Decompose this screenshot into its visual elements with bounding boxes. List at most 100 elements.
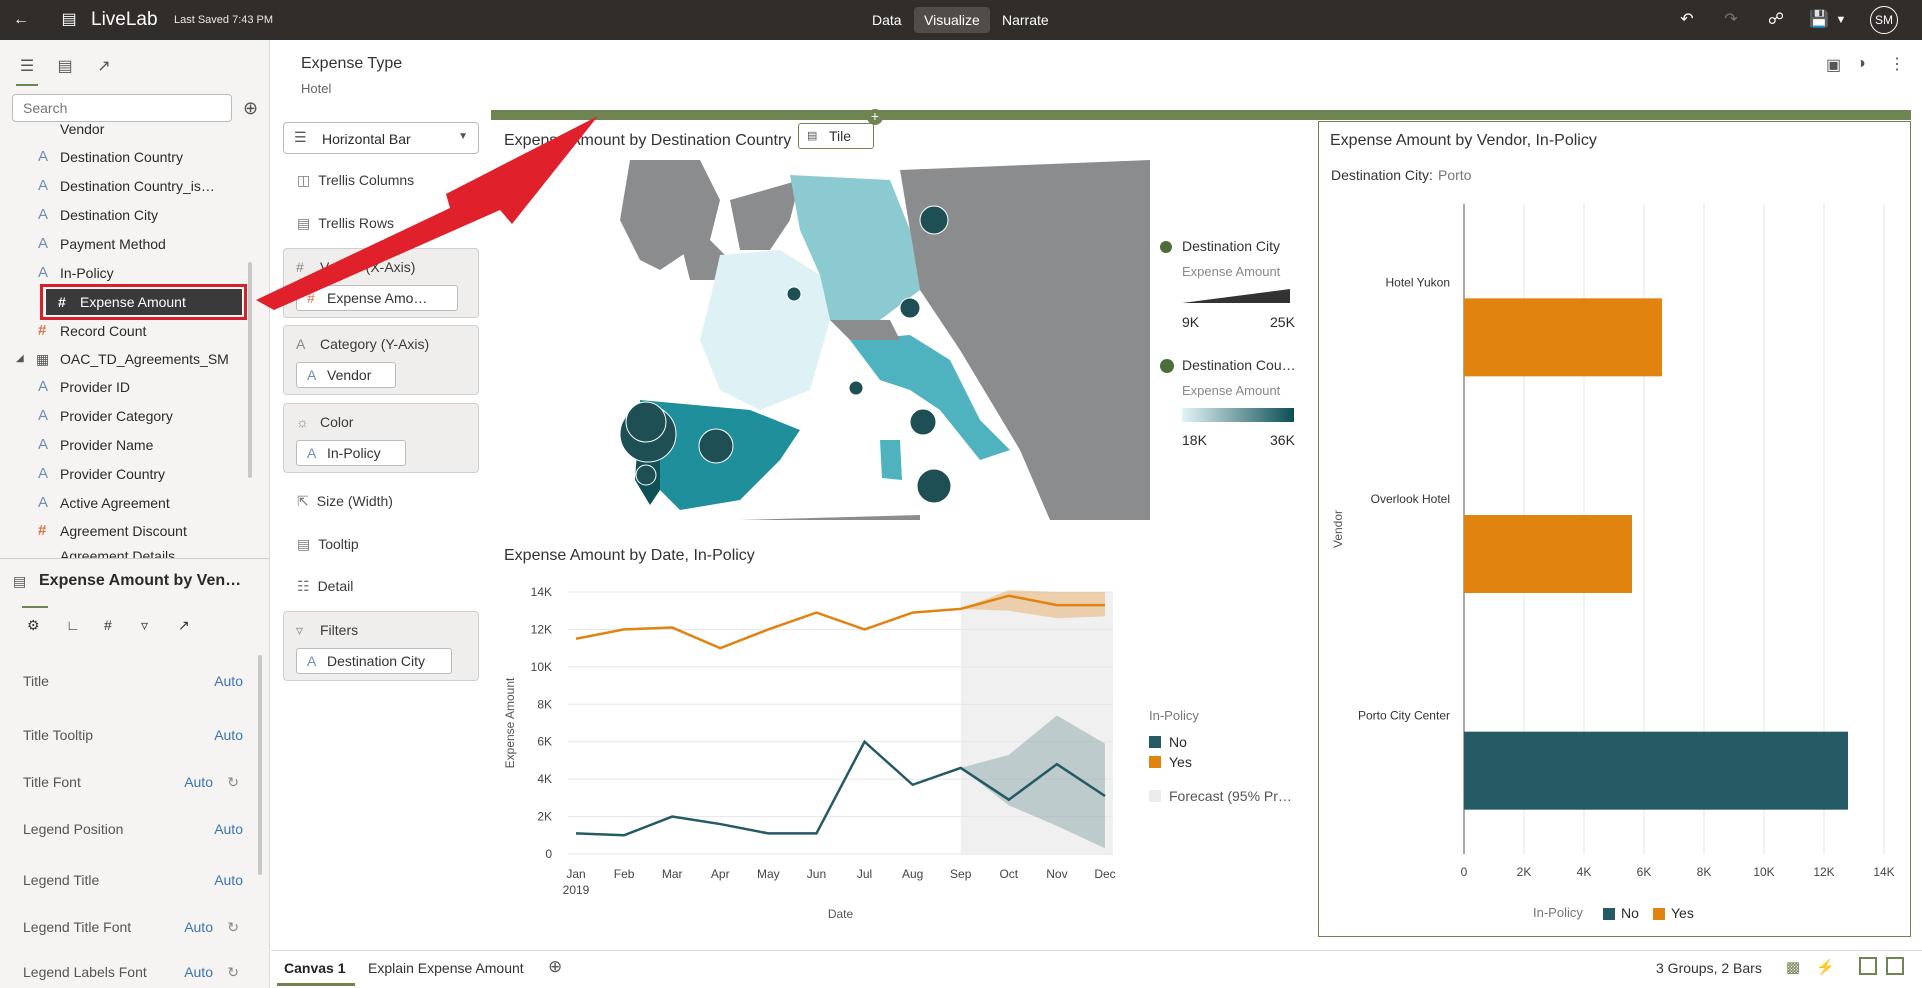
europe-map[interactable] bbox=[620, 160, 1150, 520]
field-provider-category[interactable]: A Provider Category bbox=[38, 405, 173, 427]
country-france[interactable] bbox=[700, 250, 830, 410]
bar-legend-yes[interactable]: Yes bbox=[1671, 905, 1694, 921]
city-bubble[interactable] bbox=[625, 401, 667, 443]
reset-icon[interactable]: ↻ bbox=[227, 964, 239, 981]
city-bubble[interactable] bbox=[698, 428, 734, 464]
user-avatar[interactable]: SM bbox=[1870, 6, 1898, 34]
prop-value[interactable]: Auto bbox=[214, 673, 243, 689]
city-bubble[interactable] bbox=[909, 408, 937, 436]
line-legend-no[interactable]: No bbox=[1169, 734, 1187, 750]
city-bubble[interactable] bbox=[635, 464, 657, 486]
search-input[interactable] bbox=[12, 94, 232, 122]
prop-value[interactable]: Auto bbox=[184, 964, 213, 980]
canvas-tab-2[interactable]: Explain Expense Amount bbox=[368, 960, 524, 976]
prop-value[interactable]: Auto bbox=[214, 872, 243, 888]
category-pill[interactable]: A Vendor bbox=[296, 362, 396, 388]
general-settings-icon[interactable]: ⚙ bbox=[27, 617, 40, 634]
more-options-icon[interactable]: ⋮ bbox=[1889, 54, 1905, 74]
bar-chart[interactable]: 0 2K 4K 6K 8K 10K 12K 14K Expense Amount Vendor Ho… bbox=[1330, 190, 1905, 890]
save-icon[interactable]: 💾 bbox=[1808, 9, 1830, 31]
field-in-policy[interactable]: A In-Policy bbox=[38, 262, 114, 284]
reset-icon[interactable]: ↻ bbox=[227, 774, 239, 791]
panel-left-icon[interactable] bbox=[1859, 957, 1877, 975]
visualizations-icon[interactable]: ▤ bbox=[54, 56, 76, 78]
auto-refresh-icon[interactable]: ⚡ bbox=[1816, 958, 1835, 976]
back-arrow-icon[interactable]: ← bbox=[10, 9, 32, 31]
line-chart[interactable]: 0 2K 4K 6K 8K 10K 12K 14K Jan Feb Mar Apr May Jun Jul A… bbox=[500, 580, 1120, 930]
x-tick-label: Dec bbox=[1094, 867, 1115, 881]
undo-icon[interactable]: ↶ bbox=[1676, 9, 1698, 31]
prop-title-font[interactable]: Title Font Auto ↻ bbox=[23, 774, 243, 790]
country-sardinia[interactable] bbox=[880, 440, 902, 480]
line-legend-forecast[interactable]: Forecast (95% Pr… bbox=[1169, 788, 1292, 804]
prop-title[interactable]: Title Auto bbox=[23, 673, 243, 689]
dataset-group[interactable]: ◢ ▦ OAC_TD_Agreements_SM bbox=[16, 348, 229, 370]
city-bubble[interactable] bbox=[848, 380, 864, 396]
line-title[interactable]: Expense Amount by Date, In-Policy bbox=[504, 547, 755, 565]
tab-visualize[interactable]: Visualize bbox=[914, 7, 990, 33]
prop-legend-title[interactable]: Legend Title Auto bbox=[23, 872, 243, 888]
field-provider-id[interactable]: A Provider ID bbox=[38, 376, 130, 398]
prop-legend-title-font[interactable]: Legend Title Font Auto ↻ bbox=[23, 919, 243, 935]
detail-zone[interactable]: ☷ Detail bbox=[297, 578, 353, 595]
field-agreement-discount[interactable]: # Agreement Discount bbox=[38, 520, 187, 542]
canvas-tab-1[interactable]: Canvas 1 bbox=[284, 960, 345, 976]
filter-icon[interactable]: ▿ bbox=[141, 617, 148, 634]
field-destination-city[interactable]: A Destination City bbox=[38, 204, 158, 226]
field-destination-country[interactable]: A Destination Country bbox=[38, 146, 183, 168]
city-bubble[interactable] bbox=[916, 468, 952, 504]
prop-value[interactable]: Auto bbox=[214, 821, 243, 837]
auto-apply-icon[interactable]: ▣ bbox=[1826, 55, 1841, 75]
tooltip-zone[interactable]: ▤ Tooltip bbox=[297, 536, 359, 553]
field-destination-country-is[interactable]: A Destination Country_is… bbox=[38, 175, 215, 197]
prop-legend-position[interactable]: Legend Position Auto bbox=[23, 821, 243, 837]
filters-pill[interactable]: A Destination City bbox=[296, 648, 452, 674]
legend-country-title[interactable]: Destination Cou… bbox=[1182, 357, 1296, 373]
field-active-agreement[interactable]: A Active Agreement bbox=[38, 492, 170, 514]
filter-options-icon[interactable]: ◑ bbox=[1856, 55, 1866, 73]
grammar-toggle-icon[interactable]: ▩ bbox=[1786, 958, 1800, 976]
tab-data[interactable]: Data bbox=[862, 7, 912, 33]
category-drop-zone[interactable]: A Category (Y-Axis) A Vendor bbox=[283, 325, 479, 395]
prop-value[interactable]: Auto bbox=[214, 727, 243, 743]
color-drop-zone[interactable]: ☼ Color A In-Policy bbox=[283, 403, 479, 473]
database-icon[interactable]: ☰ bbox=[16, 56, 38, 86]
city-bubble[interactable] bbox=[919, 205, 949, 235]
prop-value[interactable]: Auto bbox=[184, 774, 213, 790]
panel-right-icon[interactable] bbox=[1886, 957, 1904, 975]
collapse-triangle-icon[interactable]: ◢ bbox=[16, 348, 24, 370]
country-netherlands[interactable] bbox=[730, 180, 800, 250]
save-dropdown-chevron-icon[interactable]: ▼ bbox=[1830, 9, 1852, 31]
bar-legend-no[interactable]: No bbox=[1621, 905, 1639, 921]
prop-title-tooltip[interactable]: Title Tooltip Auto bbox=[23, 727, 243, 743]
axis-icon[interactable]: ∟ bbox=[66, 617, 80, 633]
prop-value[interactable]: Auto bbox=[184, 919, 213, 935]
filter-title[interactable]: Expense Type bbox=[301, 55, 402, 73]
field-provider-name[interactable]: A Provider Name bbox=[38, 434, 153, 456]
line-legend-yes[interactable]: Yes bbox=[1169, 754, 1192, 770]
filters-drop-zone[interactable]: ▿ Filters A Destination City bbox=[283, 611, 479, 681]
color-pill[interactable]: A In-Policy bbox=[296, 440, 406, 466]
field-payment-method[interactable]: A Payment Method bbox=[38, 233, 166, 255]
analytics-line-icon[interactable]: ↗ bbox=[178, 617, 190, 634]
city-bubble[interactable] bbox=[899, 297, 921, 319]
redo-icon[interactable]: ↷ bbox=[1720, 9, 1742, 31]
values-hash-icon[interactable]: # bbox=[104, 617, 112, 633]
add-canvas-icon[interactable]: ⊕ bbox=[548, 957, 562, 977]
city-bubble[interactable] bbox=[786, 286, 802, 302]
analytics-icon[interactable]: ↗ bbox=[93, 56, 115, 78]
field-record-count[interactable]: # Record Count bbox=[38, 320, 146, 342]
filter-value[interactable]: Hotel bbox=[301, 81, 331, 96]
legend-city-title[interactable]: Destination City bbox=[1182, 238, 1280, 254]
reset-icon[interactable]: ↻ bbox=[227, 919, 239, 936]
share-icon[interactable]: ☍ bbox=[1765, 9, 1787, 31]
bar-title[interactable]: Expense Amount by Vendor, In-Policy bbox=[1330, 132, 1597, 150]
tooltip-label: Tooltip bbox=[318, 536, 359, 552]
field-provider-country[interactable]: A Provider Country bbox=[38, 463, 165, 485]
country-switzerland[interactable] bbox=[830, 320, 900, 340]
field-agreement-details[interactable]: AAgreement Details bbox=[60, 545, 175, 559]
props-scrollbar[interactable] bbox=[258, 655, 262, 875]
size-zone[interactable]: ⇱ Size (Width) bbox=[297, 493, 393, 510]
prop-legend-labels-font[interactable]: Legend Labels Font Auto ↻ bbox=[23, 964, 243, 980]
tab-narrate[interactable]: Narrate bbox=[992, 7, 1059, 33]
